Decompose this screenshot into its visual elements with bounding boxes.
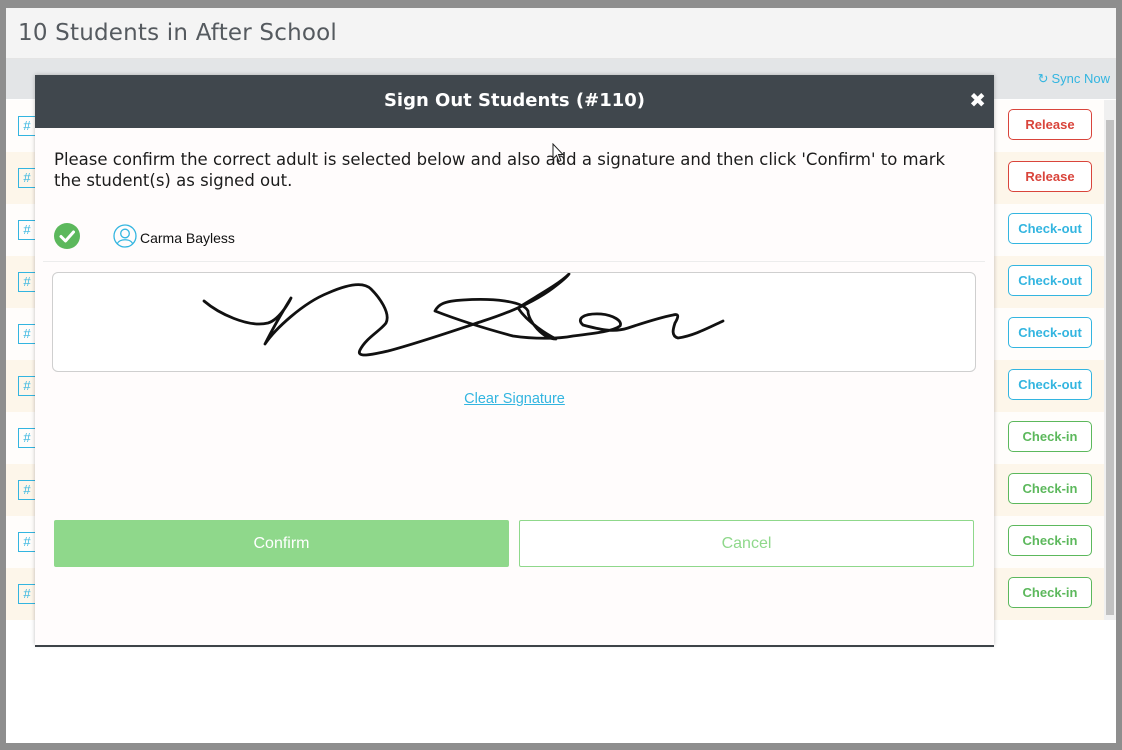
student-id-icon[interactable]: #: [18, 324, 36, 344]
student-id-icon[interactable]: #: [18, 220, 36, 240]
cancel-button[interactable]: Cancel: [519, 520, 974, 567]
page-title: 10 Students in After School: [18, 20, 337, 46]
student-id-icon[interactable]: #: [18, 168, 36, 188]
checkin-button[interactable]: Check-in: [1008, 577, 1092, 608]
clear-signature-row: Clear Signature: [35, 388, 994, 407]
user-icon: [113, 224, 137, 248]
checkin-button[interactable]: Check-in: [1008, 525, 1092, 556]
close-icon[interactable]: ✖: [969, 89, 986, 111]
page-header: 10 Students in After School: [6, 8, 1116, 59]
sync-now-label: Sync Now: [1051, 71, 1110, 86]
confirm-button[interactable]: Confirm: [54, 520, 509, 567]
sync-now-button[interactable]: ↻ Sync Now: [1038, 71, 1110, 87]
scrollbar-thumb[interactable]: [1106, 120, 1114, 615]
checkin-button[interactable]: Check-in: [1008, 421, 1092, 452]
signature-pad[interactable]: [52, 272, 976, 372]
checkout-button[interactable]: Check-out: [1008, 317, 1092, 348]
student-id-icon[interactable]: #: [18, 584, 36, 604]
release-button[interactable]: Release: [1008, 161, 1092, 192]
scrollbar[interactable]: [1104, 100, 1116, 620]
checkin-button[interactable]: Check-in: [1008, 473, 1092, 504]
student-id-icon[interactable]: #: [18, 532, 36, 552]
release-button[interactable]: Release: [1008, 109, 1092, 140]
student-id-icon[interactable]: #: [18, 376, 36, 396]
student-id-icon[interactable]: #: [18, 428, 36, 448]
sign-out-modal: Sign Out Students (#110) ✖ Please confir…: [35, 75, 994, 645]
refresh-icon: ↻: [1037, 71, 1049, 86]
checkout-button[interactable]: Check-out: [1008, 265, 1092, 296]
adult-name: Carma Bayless: [140, 230, 235, 246]
student-id-icon[interactable]: #: [18, 272, 36, 292]
modal-bottom-border: [35, 645, 994, 647]
modal-instructions: Please confirm the correct adult is sele…: [54, 150, 946, 190]
adult-option[interactable]: Carma Bayless: [43, 215, 985, 262]
check-circle-icon: [54, 223, 80, 249]
student-id-icon[interactable]: #: [18, 480, 36, 500]
checkout-button[interactable]: Check-out: [1008, 369, 1092, 400]
student-id-icon[interactable]: #: [18, 116, 36, 136]
mouse-cursor-icon: [552, 143, 564, 163]
checkout-button[interactable]: Check-out: [1008, 213, 1092, 244]
clear-signature-link[interactable]: Clear Signature: [464, 391, 565, 407]
modal-header: Sign Out Students (#110) ✖: [35, 75, 994, 128]
signature-drawing: [202, 272, 725, 357]
modal-title: Sign Out Students (#110): [383, 90, 646, 111]
